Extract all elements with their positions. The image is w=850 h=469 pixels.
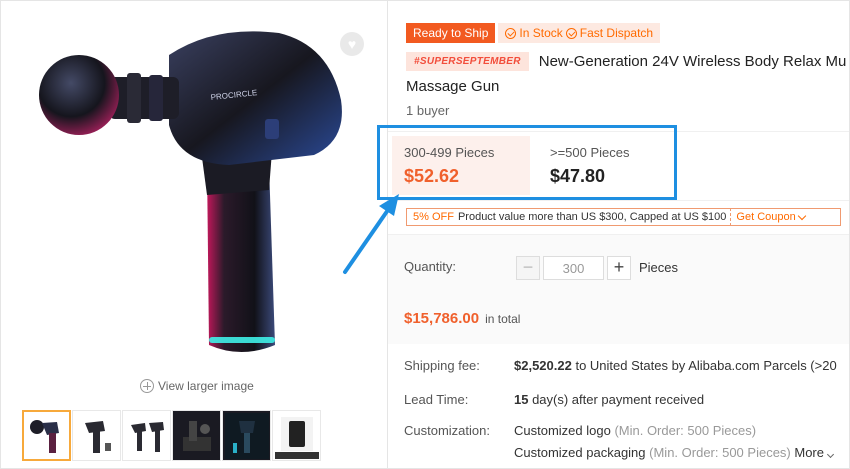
coupon-banner: 5% OFF Product value more than US $300, … <box>406 208 841 226</box>
product-title: #SUPERSEPTEMBER New-Generation 24V Wirel… <box>406 52 846 71</box>
tier-price: $47.80 <box>550 166 606 186</box>
favorite-heart-icon[interactable]: ♥ <box>340 32 364 56</box>
lead-time-detail: day(s) after payment received <box>528 392 705 407</box>
total-label: in total <box>485 312 521 326</box>
quantity-label: Quantity: <box>404 259 457 274</box>
ready-to-ship-badge: Ready to Ship <box>406 23 496 43</box>
lead-time-value: 15 day(s) after payment received <box>514 392 704 407</box>
thumbnail-strip <box>22 410 321 461</box>
thumbnail-2[interactable] <box>72 410 121 461</box>
custom-logo-note: (Min. Order: 500 Pieces) <box>610 423 757 438</box>
zoom-in-icon <box>140 379 154 393</box>
in-stock-label: In Stock <box>519 26 563 40</box>
thumbnail-6[interactable] <box>272 410 321 461</box>
coupon-description: Product value more than US $300, Capped … <box>457 211 727 223</box>
total-row: $15,786.00 in total <box>404 310 520 327</box>
custom-logo-text: Customized logo <box>514 423 611 438</box>
view-larger-label: View larger image <box>158 379 254 393</box>
quantity-decrement-button[interactable]: − <box>516 256 540 280</box>
shipping-fee-label: Shipping fee: <box>404 358 480 373</box>
thumbnail-1[interactable] <box>22 410 71 461</box>
lead-time-days: 15 <box>514 392 529 407</box>
tier-range: 300-499 Pieces <box>404 145 495 160</box>
get-coupon-label: Get Coupon <box>736 211 796 223</box>
shipping-fee-value: $2,520.22 to United States by Alibaba.co… <box>514 358 837 373</box>
customization-label: Customization: <box>404 423 490 438</box>
view-larger-image-link[interactable]: View larger image <box>140 379 254 393</box>
stock-dispatch-badge: In Stock Fast Dispatch <box>498 23 661 43</box>
total-price: $15,786.00 <box>404 310 480 327</box>
shipping-amount: $2,520.22 <box>514 358 572 373</box>
thumbnail-4[interactable] <box>172 410 221 461</box>
get-coupon-button[interactable]: Get Coupon <box>731 211 806 223</box>
product-title-line-1: New-Generation 24V Wireless Body Relax M… <box>538 53 847 70</box>
chevron-down-icon <box>797 211 806 220</box>
check-circle-icon <box>565 27 577 39</box>
thumbnail-3[interactable] <box>122 410 171 461</box>
more-label: More <box>794 445 824 460</box>
thumbnail-5[interactable] <box>222 410 271 461</box>
promo-tag[interactable]: #SUPERSEPTEMBER <box>406 52 529 71</box>
quantity-section: Quantity: − + Pieces $15,786.00 in total <box>388 234 849 344</box>
shipping-detail: to United States by Alibaba.com Parcels … <box>571 358 837 373</box>
customization-logo: Customized logo (Min. Order: 500 Pieces) <box>514 423 756 438</box>
product-info-panel: Ready to Ship In Stock Fast Dispatch #SU… <box>387 0 850 469</box>
product-gallery: PROCIRCLE ♥ View larger image <box>0 0 388 469</box>
status-badges: Ready to Ship In Stock Fast Dispatch <box>406 23 661 43</box>
lead-time-label: Lead Time: <box>404 392 469 407</box>
quantity-input[interactable] <box>543 256 604 280</box>
tier-price: $52.62 <box>404 166 460 186</box>
chevron-down-icon <box>826 450 834 459</box>
product-main-image[interactable]: PROCIRCLE <box>29 15 359 375</box>
custom-packaging-text: Customized packaging <box>514 445 646 460</box>
more-link[interactable]: More <box>794 445 834 460</box>
price-tier-1[interactable]: 300-499 Pieces $52.62 <box>392 136 530 195</box>
product-title-line-2: Massage Gun <box>406 78 500 95</box>
fast-dispatch-label: Fast Dispatch <box>579 26 654 40</box>
quantity-unit: Pieces <box>639 260 679 275</box>
coupon-discount: 5% OFF <box>413 211 454 223</box>
price-tiers: 300-499 Pieces $52.62 >=500 Pieces $47.8… <box>388 131 849 201</box>
tier-range: >=500 Pieces <box>550 145 630 160</box>
customization-packaging: Customized packaging (Min. Order: 500 Pi… <box>514 445 834 460</box>
custom-packaging-note: (Min. Order: 500 Pieces) <box>645 445 791 460</box>
buyer-count: 1 buyer <box>406 103 450 118</box>
price-tier-2[interactable]: >=500 Pieces $47.80 <box>544 136 684 195</box>
quantity-increment-button[interactable]: + <box>607 256 631 280</box>
check-circle-icon <box>505 27 517 39</box>
